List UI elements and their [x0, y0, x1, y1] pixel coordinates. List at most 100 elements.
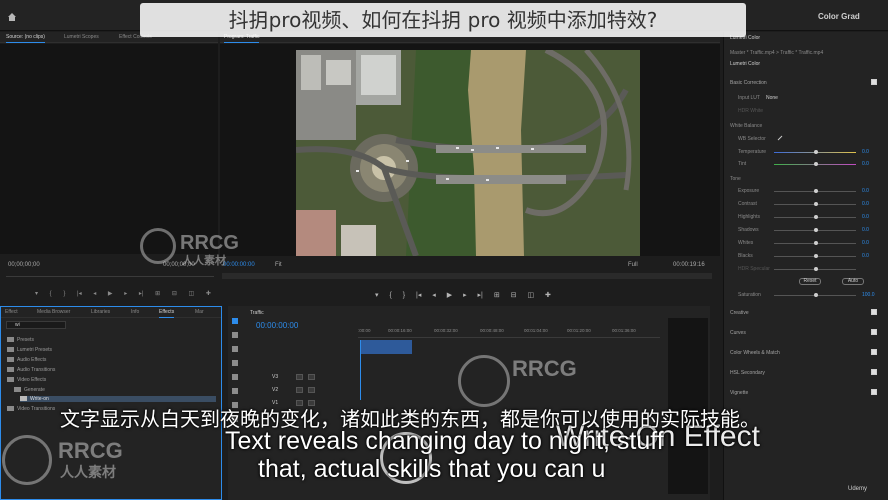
- slider-knob[interactable]: [814, 228, 818, 232]
- tab-info[interactable]: Info: [131, 309, 139, 315]
- temperature-slider[interactable]: [774, 150, 856, 154]
- tone-slider-value[interactable]: 0.0: [862, 188, 869, 194]
- tree-lumetri-presets[interactable]: Lumetri Presets: [7, 347, 52, 353]
- tree-audio-effects[interactable]: Audio Effects: [7, 357, 46, 363]
- tab-libraries[interactable]: Libraries: [91, 309, 110, 315]
- program-quality-dropdown[interactable]: Full: [628, 262, 638, 268]
- section-vignette[interactable]: Vignette: [730, 390, 748, 396]
- tone-label: Tone: [730, 176, 741, 182]
- reset-button[interactable]: Reset: [799, 278, 821, 285]
- program-transport-controls[interactable]: ▾ { } |◂ ◂ ▶ ▸ ▸| ⊞ ⊟ ◫ ✚: [375, 291, 551, 299]
- program-fit-dropdown[interactable]: Fit: [275, 262, 282, 268]
- saturation-slider[interactable]: [774, 293, 856, 297]
- timeline-ruler[interactable]: :00:00 00:00:16:00 00:00:32:00 00:00:48:…: [358, 326, 660, 338]
- timeline-tab[interactable]: Traffic: [250, 310, 264, 316]
- tab-effect[interactable]: Effect: [5, 309, 18, 315]
- tone-slider-label: Highlights: [738, 214, 760, 220]
- timeline-timecode[interactable]: 00:00:00:00: [256, 321, 298, 330]
- track-select-tool-icon[interactable]: [232, 332, 238, 338]
- ripple-edit-tool-icon[interactable]: [232, 346, 238, 352]
- input-lut-select[interactable]: None: [766, 95, 778, 101]
- creative-checkbox[interactable]: [871, 309, 877, 315]
- rrcg-logo-icon: [2, 435, 52, 485]
- tone-slider[interactable]: [774, 202, 856, 206]
- tree-write-on[interactable]: Write-on: [20, 396, 216, 402]
- tab-effects[interactable]: Effects: [159, 309, 175, 318]
- tone-slider[interactable]: [774, 228, 856, 232]
- vignette-checkbox[interactable]: [871, 389, 877, 395]
- tone-slider-value[interactable]: 0.0: [862, 240, 869, 246]
- rrcg-logo-icon: [140, 228, 176, 264]
- track-eye-icon[interactable]: [308, 387, 315, 393]
- tone-slider-value[interactable]: 0.0: [862, 201, 869, 207]
- tone-slider[interactable]: [774, 189, 856, 193]
- track-toggle-output-icon[interactable]: [296, 374, 303, 380]
- tint-slider[interactable]: [774, 162, 856, 166]
- workspace-label[interactable]: Color Grad: [818, 12, 860, 21]
- slider-knob[interactable]: [814, 254, 818, 258]
- hsl-checkbox[interactable]: [871, 369, 877, 375]
- track-toggle-output-icon[interactable]: [296, 387, 303, 393]
- saturation-value[interactable]: 100.0: [862, 292, 875, 298]
- slider-knob[interactable]: [814, 189, 818, 193]
- playhead[interactable]: [360, 340, 361, 400]
- basic-correction-header[interactable]: Basic Correction: [730, 80, 767, 86]
- eyedropper-icon[interactable]: [777, 135, 783, 141]
- tab-markers[interactable]: Mar: [195, 309, 204, 315]
- slider-knob[interactable]: [814, 267, 818, 271]
- program-timecode-current[interactable]: 00:00:00:00: [223, 262, 255, 268]
- tint-value[interactable]: 0.0: [862, 161, 869, 167]
- slip-tool-icon[interactable]: [232, 374, 238, 380]
- track-eye-icon[interactable]: [308, 374, 315, 380]
- tone-slider-value[interactable]: 0.0: [862, 227, 869, 233]
- program-time-ruler[interactable]: [222, 273, 712, 279]
- tree-presets[interactable]: Presets: [7, 337, 34, 343]
- home-icon[interactable]: [7, 12, 17, 22]
- razor-tool-icon[interactable]: [232, 360, 238, 366]
- tree-audio-transitions[interactable]: Audio Transitions: [7, 367, 55, 373]
- section-curves[interactable]: Curves: [730, 330, 746, 336]
- folder-icon: [7, 347, 14, 353]
- video-clip[interactable]: [360, 340, 412, 354]
- tab-media-browser[interactable]: Media Browser: [37, 309, 70, 315]
- tree-video-effects[interactable]: Video Effects: [7, 377, 46, 383]
- tree-generate[interactable]: Generate: [14, 387, 45, 393]
- section-color-wheels[interactable]: Color Wheels & Match: [730, 350, 780, 356]
- temperature-value[interactable]: 0.0: [862, 149, 869, 155]
- basic-correction-checkbox[interactable]: [871, 79, 877, 85]
- folder-icon: [7, 367, 14, 373]
- tone-slider-label: HDR Specular: [738, 266, 770, 272]
- curves-checkbox[interactable]: [871, 329, 877, 335]
- pen-tool-icon[interactable]: [232, 388, 238, 394]
- subtitle-english-line-2: that, actual skills that you can u: [258, 455, 606, 483]
- slider-knob[interactable]: [814, 241, 818, 245]
- tone-slider-value[interactable]: 0.0: [862, 214, 869, 220]
- tone-slider-label: Shadows: [738, 227, 759, 233]
- source-time-ruler[interactable]: [6, 276, 214, 281]
- tab-source[interactable]: Source: (no clips): [6, 34, 45, 43]
- tone-slider-label: Blacks: [738, 253, 753, 259]
- slider-knob[interactable]: [814, 202, 818, 206]
- section-hsl-secondary[interactable]: HSL Secondary: [730, 370, 765, 376]
- ruler-tick: 00:01:20:00: [567, 328, 591, 333]
- tone-slider[interactable]: [774, 254, 856, 258]
- tone-slider[interactable]: [774, 241, 856, 245]
- tone-slider-value[interactable]: 0.0: [862, 253, 869, 259]
- lumetri-breadcrumb[interactable]: Master * Traffic.mp4 > Traffic * Traffic…: [730, 50, 823, 56]
- source-transport-controls[interactable]: ▾ { } |◂ ◂ ▶ ▸ ▸| ⊞ ⊟ ◫ ✚: [35, 290, 211, 297]
- lumetri-preset[interactable]: Lumetri Color: [730, 61, 760, 67]
- tree-video-transitions[interactable]: Video Transitions: [7, 406, 55, 412]
- tone-slider[interactable]: [774, 215, 856, 219]
- section-creative[interactable]: Creative: [730, 310, 749, 316]
- selection-tool-icon[interactable]: [232, 318, 238, 324]
- color-wheels-checkbox[interactable]: [871, 349, 877, 355]
- ruler-tick: 00:00:16:00: [388, 328, 412, 333]
- effects-search-input[interactable]: wi: [6, 321, 66, 329]
- folder-icon: [7, 337, 14, 343]
- tone-slider[interactable]: [774, 267, 856, 271]
- tab-lumetri-scopes[interactable]: Lumetri Scopes: [64, 34, 99, 40]
- auto-button[interactable]: Auto: [842, 278, 864, 285]
- overlay-title: 抖抈pro视频、如何在抖抈 pro 视频中添加特效?: [140, 3, 746, 37]
- slider-knob[interactable]: [814, 215, 818, 219]
- source-timecode-in[interactable]: 00;00;00;00: [8, 262, 40, 268]
